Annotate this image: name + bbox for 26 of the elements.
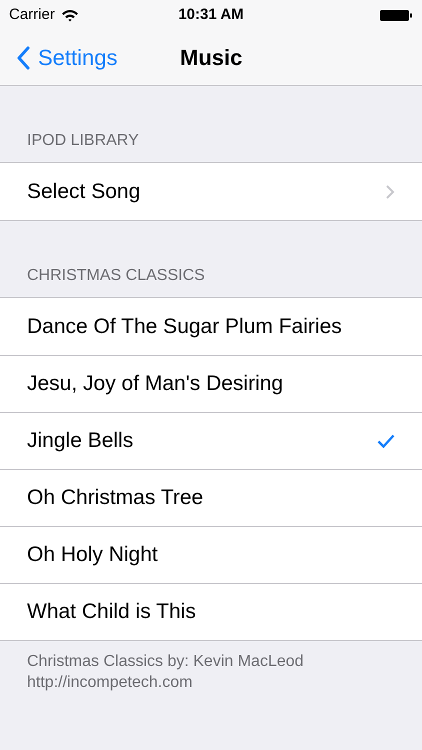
back-button[interactable]: Settings <box>16 41 118 74</box>
row-label: Dance Of The Sugar Plum Fairies <box>27 314 342 340</box>
row-label: Select Song <box>27 178 140 205</box>
row-label: What Child is This <box>27 599 196 626</box>
chevron-left-icon <box>16 46 30 70</box>
section-header: IPOD LIBRARY <box>27 132 139 149</box>
list-row[interactable]: Oh Christmas Tree <box>0 469 422 526</box>
list-row[interactable]: Jesu, Joy of Man's Desiring <box>0 355 422 412</box>
battery-icon <box>380 8 412 22</box>
carrier-label: Carrier <box>9 4 55 25</box>
nav-title: Music <box>180 44 242 72</box>
list-row[interactable]: Oh Holy Night <box>0 526 422 583</box>
row-label: Oh Holy Night <box>27 542 158 568</box>
footer-text: Christmas Classics by: Kevin MacLeod <box>27 652 305 672</box>
list-row[interactable]: Dance Of The Sugar Plum Fairies <box>0 298 422 355</box>
row-label: Oh Christmas Tree <box>27 485 204 512</box>
list-row[interactable]: Select Song <box>0 163 422 220</box>
footer-text: http://incompetech.com <box>27 673 194 693</box>
chevron-right-icon <box>385 184 395 200</box>
section-header: CHRISTMAS CLASSICS <box>27 267 205 284</box>
list-row[interactable]: What Child is This <box>0 583 422 640</box>
row-label: Jingle Bells <box>27 428 134 454</box>
list-row[interactable]: Jingle Bells <box>0 412 422 469</box>
row-label: Jesu, Joy of Man's Desiring <box>27 371 284 398</box>
status-time: 10:31 AM <box>178 4 244 25</box>
wifi-icon <box>60 8 79 22</box>
